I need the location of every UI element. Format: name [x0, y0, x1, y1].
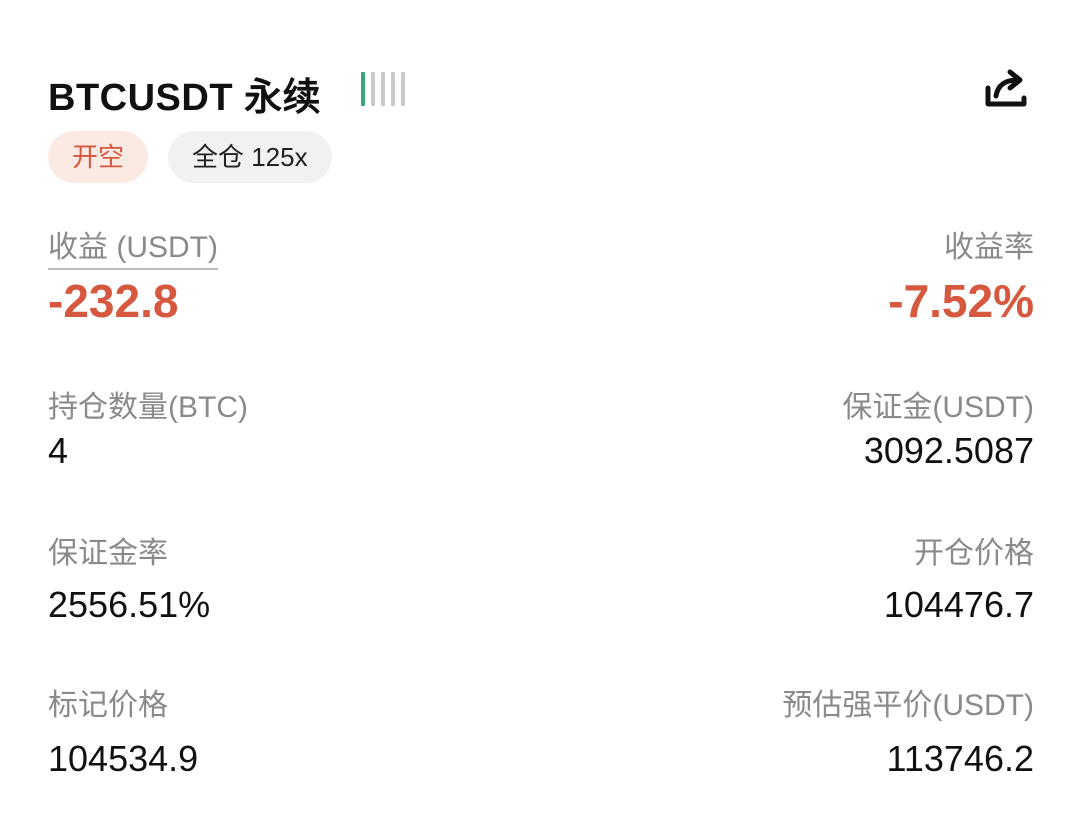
margin-value: 3092.5087 [863, 430, 1034, 471]
mark-price-value: 104534.9 [48, 738, 199, 779]
side-badge: 开空 [48, 131, 149, 183]
pnl-rate-value: -7.52% [888, 275, 1034, 327]
margin-mode-badge[interactable]: 全仓 125x [168, 131, 332, 183]
entry-price-label: 开仓价格 [914, 537, 1034, 570]
margin-rate-label: 保证金率 [48, 537, 168, 570]
strength-indicator [361, 72, 405, 106]
strength-bar-1 [361, 72, 365, 106]
pnl-value: -232.8 [48, 275, 179, 327]
share-button[interactable] [982, 68, 1030, 114]
pnl-label[interactable]: 收益 (USDT) [48, 222, 218, 270]
strength-bar-3 [381, 72, 385, 106]
margin-label: 保证金(USDT) [842, 391, 1034, 424]
margin-rate-value: 2556.51% [48, 584, 211, 625]
strength-bar-2 [371, 72, 375, 106]
pnl-rate-label: 收益率 [944, 231, 1034, 264]
strength-bar-5 [401, 72, 405, 106]
liquidation-price-value: 113746.2 [886, 738, 1034, 779]
mark-price-label: 标记价格 [48, 689, 168, 722]
share-icon [985, 69, 1027, 107]
liquidation-price-label: 预估强平价(USDT) [782, 689, 1034, 722]
position-size-label: 持仓数量(BTC) [48, 391, 248, 424]
position-size-value: 4 [48, 430, 69, 471]
entry-price-value: 104476.7 [883, 584, 1034, 625]
page-title: BTCUSDT 永续 [48, 77, 322, 119]
strength-bar-4 [391, 72, 395, 106]
